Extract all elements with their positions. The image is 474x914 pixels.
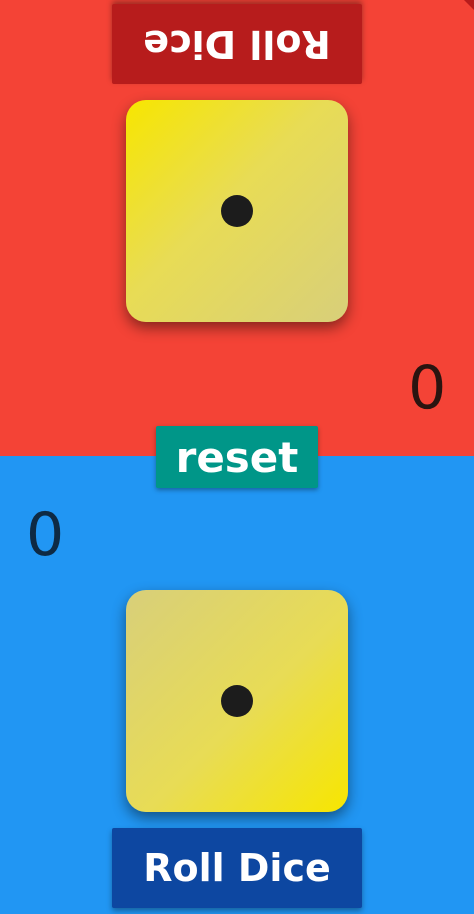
bottom-die-pip (221, 685, 253, 717)
bottom-die (126, 590, 348, 812)
top-player-area: Roll Dice 0 (0, 0, 474, 456)
debug-corner-banner (464, 0, 474, 10)
bottom-roll-dice-button[interactable]: Roll Dice (112, 828, 362, 908)
bottom-player-area: 0 Roll Dice (0, 456, 474, 914)
top-die (126, 100, 348, 322)
top-die-pip (221, 195, 253, 227)
bottom-score: 0 (26, 500, 65, 570)
top-score: 0 (407, 350, 446, 420)
top-roll-dice-button[interactable]: Roll Dice (112, 4, 362, 84)
reset-button[interactable]: reset (156, 426, 318, 488)
